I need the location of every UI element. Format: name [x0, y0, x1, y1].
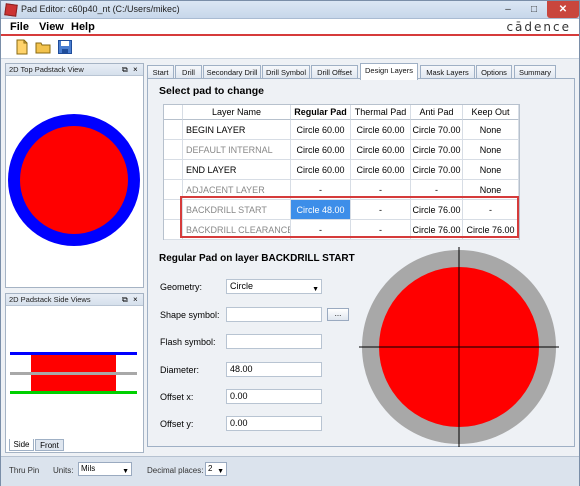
keep-out-cell[interactable]: None: [463, 160, 519, 180]
offset-y-input[interactable]: 0.00: [226, 416, 322, 431]
units-label: Units:: [53, 466, 74, 475]
menu-file[interactable]: File: [10, 21, 29, 33]
regular-pad-cell[interactable]: Circle 60.00: [291, 120, 351, 140]
anti-pad-cell[interactable]: Circle 70.00: [411, 120, 463, 140]
pin-mode-text: Thru Pin: [9, 466, 40, 475]
pad-preview-canvas: [359, 247, 559, 447]
row-header: [164, 160, 183, 180]
flash-symbol-input[interactable]: [226, 334, 322, 349]
offset-x-input[interactable]: 0.00: [226, 389, 322, 404]
decimal-places-label: Decimal places:: [147, 466, 204, 475]
side-view-canvas: [10, 352, 137, 394]
diameter-input[interactable]: 48.00: [226, 362, 322, 377]
regular-pad-cell[interactable]: Circle 60.00: [291, 140, 351, 160]
side-padstack-view-panel: 2D Padstack Side Views ⧉ ×: [5, 293, 144, 453]
layer-name-cell[interactable]: END LAYER: [183, 160, 291, 180]
tab-drill-offset[interactable]: Drill Offset: [311, 65, 358, 79]
tab-design-layers[interactable]: Design Layers: [360, 63, 418, 80]
keep-out-cell[interactable]: None: [463, 120, 519, 140]
units-value: Mils: [81, 464, 96, 473]
close-panel-icon[interactable]: ×: [133, 294, 138, 306]
tab-secondary-drill[interactable]: Secondary Drill: [203, 65, 261, 79]
open-folder-icon[interactable]: [35, 39, 51, 55]
chevron-down-icon: ▼: [122, 468, 129, 475]
column-header-layer-name: Layer Name: [183, 105, 291, 120]
chevron-down-icon: ▼: [312, 286, 319, 293]
top-layer-line: [10, 352, 137, 355]
editor-tabs: Start Drill Secondary Drill Drill Symbol…: [147, 63, 575, 80]
shape-symbol-label: Shape symbol:: [160, 310, 220, 320]
browse-shape-button[interactable]: ...: [327, 308, 349, 321]
layer-name-cell[interactable]: BEGIN LAYER: [183, 120, 291, 140]
close-panel-icon[interactable]: ×: [133, 64, 138, 76]
decimal-places-select[interactable]: 2 ▼: [205, 462, 227, 476]
float-panel-icon[interactable]: ⧉: [122, 64, 128, 76]
flash-symbol-label: Flash symbol:: [160, 337, 216, 347]
pad-editor-window: Pad Editor: c60p40_nt (C:/Users/mikec) –…: [0, 0, 580, 486]
top-padstack-view-panel: 2D Top Padstack View ⧉ ×: [5, 63, 144, 288]
pad-editor-app-icon: [4, 3, 18, 17]
column-header-anti-pad: Anti Pad: [411, 105, 463, 120]
column-header-keep-out: Keep Out: [463, 105, 519, 120]
close-window-button[interactable]: ✕: [547, 1, 579, 18]
top-view-canvas: [8, 114, 140, 246]
thermal-pad-cell[interactable]: Circle 60.00: [351, 160, 411, 180]
window-title: Pad Editor: c60p40_nt (C:/Users/mikec): [21, 4, 180, 14]
diameter-label: Diameter:: [160, 365, 200, 375]
tab-mask-layers[interactable]: Mask Layers: [420, 65, 475, 79]
tab-front[interactable]: Front: [35, 439, 64, 451]
units-select[interactable]: Mils ▼: [78, 462, 132, 476]
float-panel-icon[interactable]: ⧉: [122, 294, 128, 306]
column-header-thermal-pad: Thermal Pad: [351, 105, 411, 120]
toolbar: [1, 36, 579, 59]
tab-drill-symbol[interactable]: Drill Symbol: [262, 65, 310, 79]
regular-pad-cell[interactable]: Circle 60.00: [291, 160, 351, 180]
tab-options[interactable]: Options: [476, 65, 512, 79]
shape-symbol-input[interactable]: [226, 307, 322, 322]
keep-out-cell[interactable]: None: [463, 140, 519, 160]
internal-layer-line: [10, 372, 137, 375]
title-bar: Pad Editor: c60p40_nt (C:/Users/mikec) –…: [1, 1, 579, 19]
cadence-logo: cādence: [506, 20, 571, 34]
offset-y-label: Offset y:: [160, 419, 194, 429]
status-bar: Thru Pin Units: Mils ▼ Decimal places: 2…: [1, 456, 579, 486]
anti-pad-cell[interactable]: Circle 70.00: [411, 140, 463, 160]
menu-bar: File View Help cādence: [1, 19, 579, 36]
menu-help[interactable]: Help: [71, 21, 95, 33]
tab-start[interactable]: Start: [147, 65, 174, 79]
chevron-down-icon: ▼: [217, 468, 224, 475]
save-icon[interactable]: [57, 39, 73, 55]
row-header: [164, 140, 183, 160]
decimal-places-value: 2: [208, 464, 213, 473]
menu-view[interactable]: View: [39, 21, 64, 33]
anti-pad-cell[interactable]: Circle 70.00: [411, 160, 463, 180]
geometry-label: Geometry:: [160, 282, 203, 292]
geometry-value: Circle: [230, 281, 254, 291]
backdrill-highlight-box: [180, 196, 519, 238]
minimize-button[interactable]: –: [495, 1, 521, 18]
offset-x-label: Offset x:: [160, 392, 194, 402]
regular-pad-circle: [20, 126, 128, 234]
new-file-icon[interactable]: [14, 39, 30, 55]
thermal-pad-cell[interactable]: Circle 60.00: [351, 120, 411, 140]
row-header: [164, 120, 183, 140]
layer-name-cell[interactable]: DEFAULT INTERNAL: [183, 140, 291, 160]
tab-side[interactable]: Side: [9, 439, 34, 451]
tab-drill[interactable]: Drill: [175, 65, 202, 79]
select-pad-title: Select pad to change: [159, 85, 265, 97]
regular-pad-title: Regular Pad on layer BACKDRILL START: [159, 253, 355, 264]
thermal-pad-cell[interactable]: Circle 60.00: [351, 140, 411, 160]
bottom-layer-line: [10, 391, 137, 394]
tab-summary[interactable]: Summary: [514, 65, 556, 79]
row-header-corner: [164, 105, 183, 120]
geometry-select[interactable]: Circle ▼: [226, 279, 322, 294]
column-header-regular-pad: Regular Pad: [291, 105, 351, 120]
maximize-button[interactable]: □: [521, 1, 547, 18]
